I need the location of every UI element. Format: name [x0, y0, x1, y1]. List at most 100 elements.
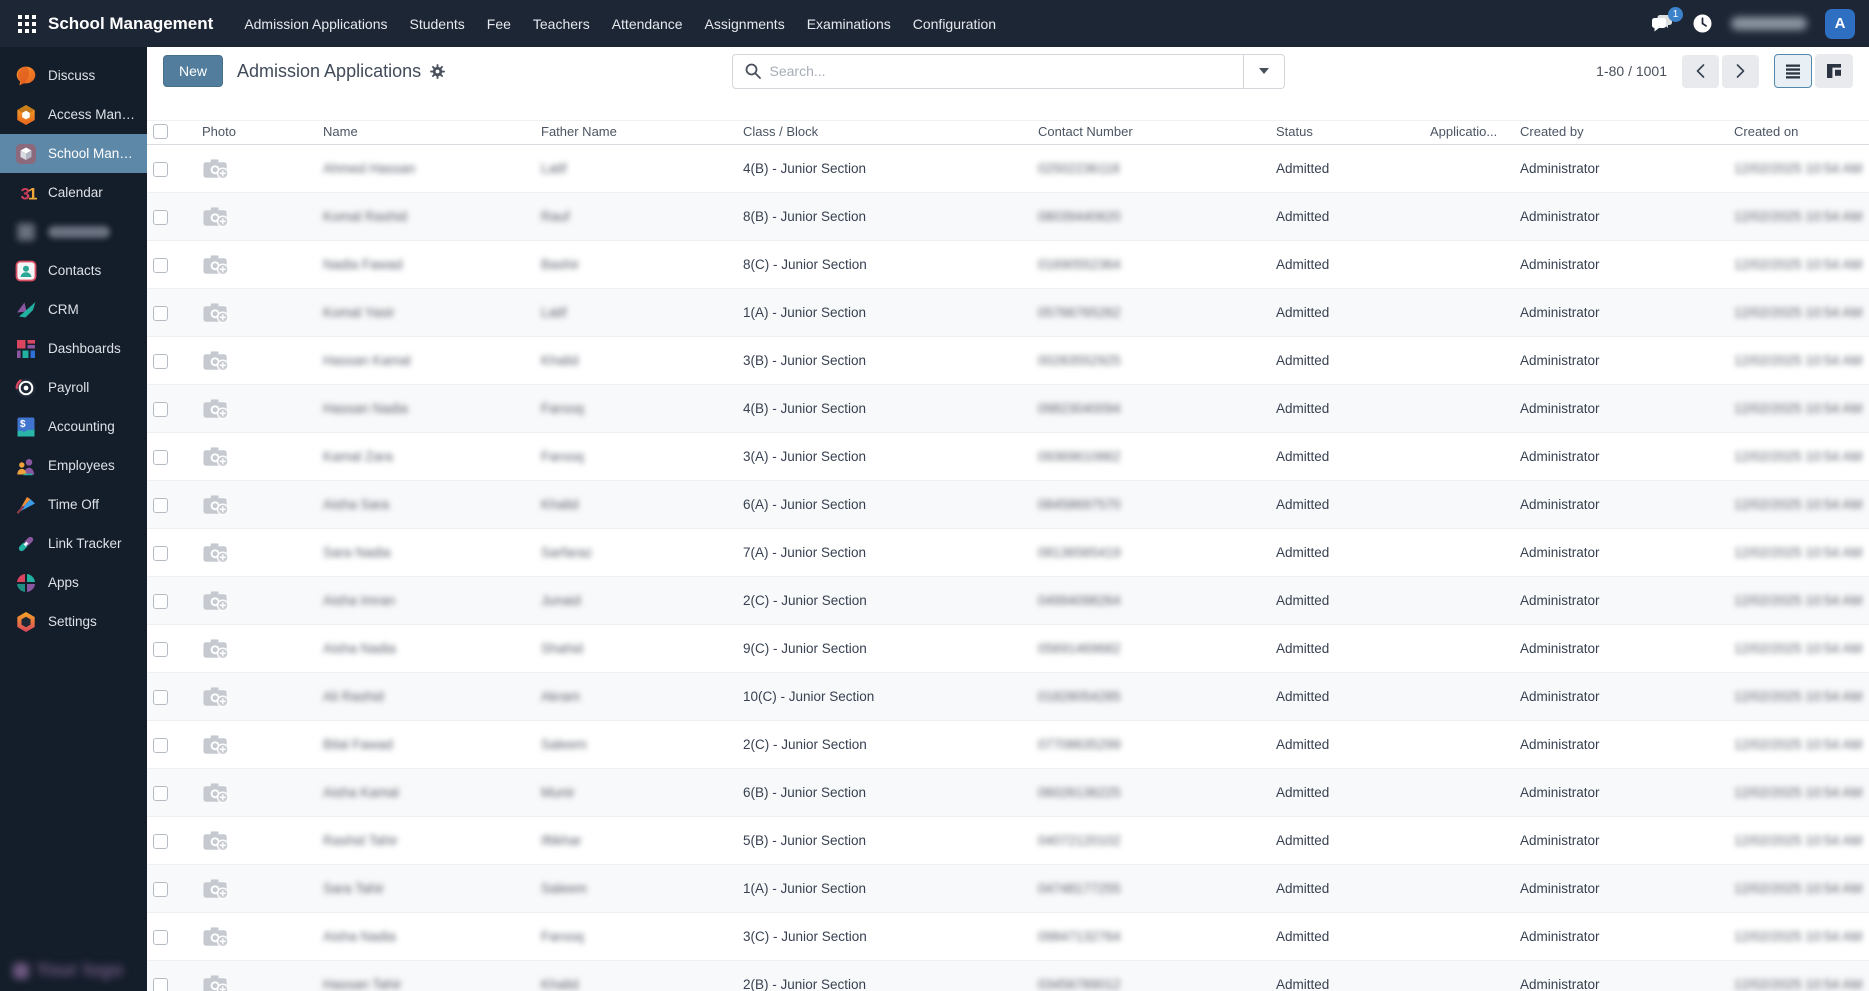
sidebar-item-payroll[interactable]: Payroll	[0, 368, 147, 407]
table-row[interactable]: Aisha Imran Junaid 2(C) - Junior Section…	[147, 576, 1869, 626]
kanban-view-button[interactable]	[1815, 54, 1853, 88]
row-checkbox[interactable]	[153, 833, 168, 849]
sidebar-item-contacts[interactable]: Contacts	[0, 251, 147, 290]
cell-created-on: 12/02/2025 10:54 AM	[1728, 288, 1869, 338]
column-header-class-block[interactable]: Class / Block	[737, 119, 1032, 146]
sidebar-item-school-management[interactable]: School Manage...	[0, 134, 147, 173]
table-row[interactable]: Komal Rashid Rauf 8(B) - Junior Section …	[147, 192, 1869, 242]
sidebar-item-time-off[interactable]: Time Off	[0, 485, 147, 524]
column-header-photo[interactable]: Photo	[196, 119, 317, 146]
payroll-icon	[15, 377, 37, 399]
sidebar-item-crm[interactable]: CRM	[0, 290, 147, 329]
activities-button[interactable]	[1692, 13, 1713, 34]
row-checkbox[interactable]	[153, 449, 168, 465]
top-menu-item-teachers[interactable]: Teachers	[522, 7, 601, 41]
cell-status: Admitted	[1270, 960, 1424, 991]
table-row[interactable]: Sara Nadia Sarfaraz 7(A) - Junior Sectio…	[147, 528, 1869, 578]
row-checkbox[interactable]	[153, 641, 168, 657]
cell-name: Sara Tahir	[317, 864, 535, 914]
sidebar-item-accounting[interactable]: $ Accounting	[0, 407, 147, 446]
row-checkbox[interactable]	[153, 209, 168, 225]
row-checkbox[interactable]	[153, 737, 168, 753]
top-menu-item-admission-applications[interactable]: Admission Applications	[233, 7, 398, 41]
top-menu-item-students[interactable]: Students	[399, 7, 476, 41]
cell-father-name: Latif	[535, 144, 737, 194]
sidebar-item-settings[interactable]: Settings	[0, 602, 147, 641]
user-avatar[interactable]: A	[1825, 8, 1855, 39]
cell-father-name: Khalid	[535, 336, 737, 386]
cell-created-on: 12/02/2025 10:54 AM	[1728, 384, 1869, 434]
cell-photo	[196, 432, 317, 482]
sidebar-item-label: School Manage...	[48, 146, 139, 161]
new-button[interactable]: New	[163, 55, 224, 87]
row-checkbox[interactable]	[153, 689, 168, 705]
table-row[interactable]: Rashid Tahir Iftikhar 5(B) - Junior Sect…	[147, 816, 1869, 866]
apps-menu-icon[interactable]	[18, 14, 36, 33]
cell-contact-number: 05766765262	[1032, 288, 1270, 338]
table-row[interactable]: Aisha Kamal Munir 6(B) - Junior Section …	[147, 768, 1869, 818]
table-row[interactable]: Ali Rashid Akram 10(C) - Junior Section …	[147, 672, 1869, 722]
row-checkbox[interactable]	[153, 929, 168, 945]
table-row[interactable]: Sara Tahir Saleem 1(A) - Junior Section …	[147, 864, 1869, 914]
school-icon	[15, 143, 37, 165]
sidebar-item-calendar[interactable]: 3 1 Calendar	[0, 173, 147, 212]
table-row[interactable]: Hassan Nadia Farooq 4(B) - Junior Sectio…	[147, 384, 1869, 434]
top-menu-item-fee[interactable]: Fee	[476, 7, 522, 41]
column-header-contact-number[interactable]: Contact Number	[1032, 119, 1270, 146]
top-menu-item-examinations[interactable]: Examinations	[796, 7, 902, 41]
sidebar-item-dashboards[interactable]: Dashboards	[0, 329, 147, 368]
view-settings-gear-icon[interactable]	[430, 63, 445, 79]
sidebar-item-discuss[interactable]: Discuss	[0, 56, 147, 95]
select-all-checkbox[interactable]	[153, 124, 168, 140]
row-checkbox[interactable]	[153, 257, 168, 273]
row-checkbox[interactable]	[153, 353, 168, 369]
table-row[interactable]: Hassan Kamal Khalid 3(B) - Junior Sectio…	[147, 336, 1869, 386]
column-header-created-on[interactable]: Created on	[1728, 119, 1869, 146]
row-checkbox[interactable]	[153, 305, 168, 321]
top-menu-item-configuration[interactable]: Configuration	[902, 7, 1007, 41]
top-menu-item-assignments[interactable]: Assignments	[694, 7, 796, 41]
sidebar-item-access-management[interactable]: Access Manage...	[0, 95, 147, 134]
messages-button[interactable]: 1	[1651, 7, 1683, 33]
search-input[interactable]	[769, 63, 1231, 79]
row-checkbox[interactable]	[153, 161, 168, 177]
row-checkbox[interactable]	[153, 977, 168, 991]
sidebar-item-employees[interactable]: Employees	[0, 446, 147, 485]
row-checkbox[interactable]	[153, 785, 168, 801]
row-checkbox[interactable]	[153, 545, 168, 561]
table-row[interactable]: Hassan Tahir Khalid 2(B) - Junior Sectio…	[147, 960, 1869, 991]
company-switcher[interactable]	[1731, 17, 1807, 30]
cell-application	[1424, 432, 1514, 482]
table-row[interactable]: Komal Yasir Latif 1(A) - Junior Section …	[147, 288, 1869, 338]
column-header-created-by[interactable]: Created by	[1514, 119, 1728, 146]
pager-next-button[interactable]	[1722, 54, 1759, 88]
sidebar-item-link-tracker[interactable]: Link Tracker	[0, 524, 147, 563]
top-menu-item-attendance[interactable]: Attendance	[601, 7, 694, 41]
cell-created-by: Administrator	[1514, 720, 1728, 770]
column-header-name[interactable]: Name	[317, 119, 535, 146]
cell-name: Nadia Fawad	[317, 240, 535, 290]
table-row[interactable]: Kamal Zara Farooq 3(A) - Junior Section …	[147, 432, 1869, 482]
row-checkbox[interactable]	[153, 401, 168, 417]
sidebar-item-apps[interactable]: Apps	[0, 563, 147, 602]
table-row[interactable]: Aisha Sara Khalid 6(A) - Junior Section …	[147, 480, 1869, 530]
table-row[interactable]: Aisha Nadia Shahid 9(C) - Junior Section…	[147, 624, 1869, 674]
table-row[interactable]: Nadia Fawad Bashir 8(C) - Junior Section…	[147, 240, 1869, 290]
sidebar-item-blurred-app[interactable]	[0, 212, 147, 251]
row-checkbox[interactable]	[153, 881, 168, 897]
row-checkbox[interactable]	[153, 497, 168, 513]
cell-status: Admitted	[1270, 336, 1424, 386]
cell-photo	[196, 384, 317, 434]
table-row[interactable]: Aisha Nadia Farooq 3(C) - Junior Section…	[147, 912, 1869, 962]
pager-previous-button[interactable]	[1682, 54, 1719, 88]
table-row[interactable]: Ahmed Hassan Latif 4(B) - Junior Section…	[147, 144, 1869, 194]
table-row[interactable]: Bilal Fawad Saleem 2(C) - Junior Section…	[147, 720, 1869, 770]
cell-application	[1424, 480, 1514, 530]
linktracker-icon	[15, 533, 37, 555]
list-view-button[interactable]	[1774, 54, 1812, 88]
column-header-status[interactable]: Status	[1270, 119, 1424, 146]
column-header-applicatio-[interactable]: Applicatio...	[1424, 119, 1514, 146]
search-dropdown-toggle[interactable]	[1242, 54, 1284, 88]
column-header-father-name[interactable]: Father Name	[535, 119, 737, 146]
row-checkbox[interactable]	[153, 593, 168, 609]
